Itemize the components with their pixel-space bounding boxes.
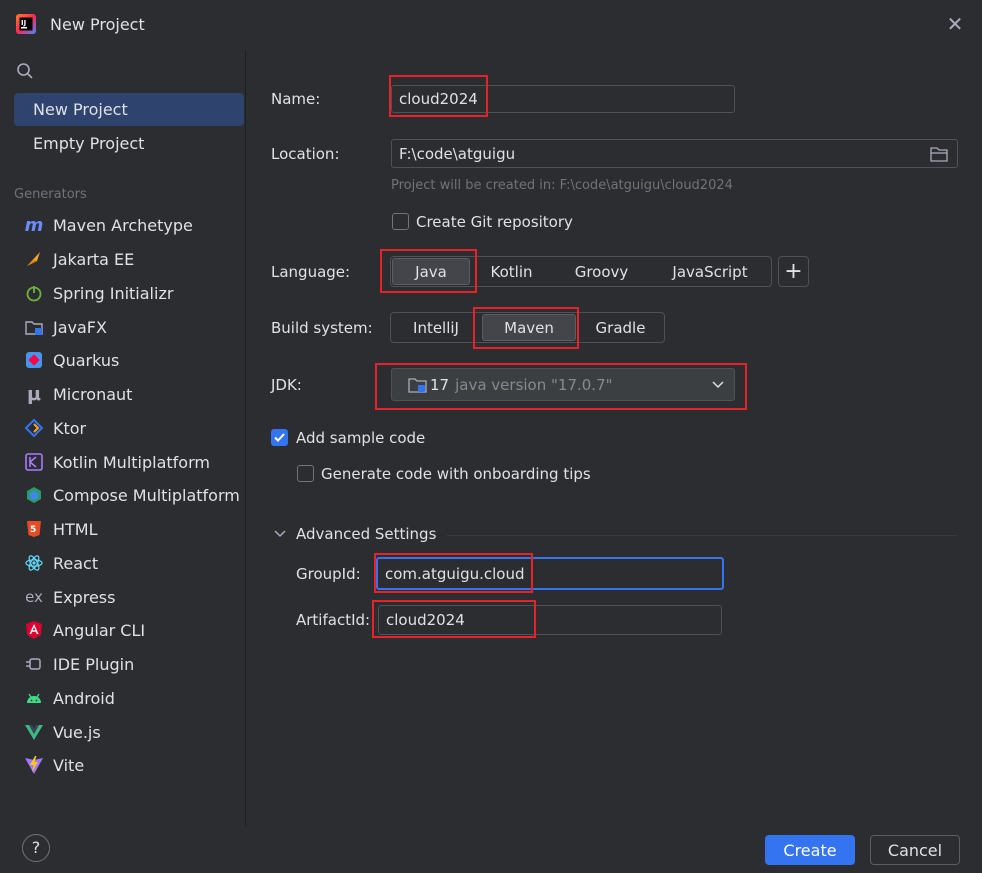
search-icon[interactable]	[16, 62, 34, 80]
location-input-value: F:\code\atguigu	[399, 144, 516, 163]
chevron-down-icon	[712, 381, 724, 389]
language-label: Language:	[271, 263, 351, 281]
generator-android[interactable]: Android	[24, 684, 242, 712]
name-input-value: cloud2024	[399, 90, 478, 108]
android-icon	[24, 688, 44, 708]
artifactid-input[interactable]: cloud2024	[378, 605, 722, 635]
generator-compose-multiplatform[interactable]: Compose Multiplatform	[24, 481, 242, 509]
vue-icon	[24, 722, 44, 742]
generator-angular-cli[interactable]: Angular CLI	[24, 616, 242, 644]
generator-react[interactable]: React	[24, 549, 242, 577]
artifactid-label: ArtifactId:	[296, 611, 371, 629]
quarkus-icon	[24, 350, 44, 370]
build-intellij[interactable]: IntelliJ	[391, 313, 481, 342]
generator-micronaut[interactable]: μ Micronaut	[24, 380, 242, 408]
advanced-divider	[447, 535, 957, 536]
help-button[interactable]: ?	[22, 834, 50, 862]
cancel-button[interactable]: Cancel	[870, 835, 960, 865]
build-maven[interactable]: Maven	[482, 314, 576, 341]
advanced-settings-header[interactable]: Advanced Settings	[296, 525, 436, 543]
maven-icon: m	[24, 214, 44, 236]
plugin-icon	[24, 654, 44, 674]
jakarta-ee-icon	[24, 249, 44, 269]
build-gradle[interactable]: Gradle	[577, 313, 664, 342]
language-java[interactable]: Java	[392, 258, 470, 285]
artifactid-input-value: cloud2024	[386, 611, 465, 629]
location-hint: Project will be created in: F:\code\atgu…	[391, 178, 733, 193]
angular-icon	[24, 620, 44, 640]
language-groovy[interactable]: Groovy	[552, 257, 651, 286]
generator-html[interactable]: 5 HTML	[24, 515, 242, 543]
html5-icon: 5	[24, 519, 44, 539]
generator-maven-archetype[interactable]: m Maven Archetype	[24, 211, 242, 239]
onboarding-tips-label: Generate code with onboarding tips	[321, 465, 591, 483]
jdk-dropdown[interactable]: 17 java version "17.0.7"	[391, 368, 735, 401]
jdk-version: 17	[430, 375, 450, 394]
chevron-down-icon[interactable]	[274, 530, 286, 538]
onboarding-tips-checkbox[interactable]	[297, 465, 314, 482]
location-input[interactable]: F:\code\atguigu	[391, 139, 958, 168]
javafx-icon	[24, 317, 44, 337]
groupid-input[interactable]: com.atguigu.cloud	[376, 557, 724, 590]
build-system-selector: IntelliJ Maven Gradle	[390, 312, 665, 343]
ktor-icon	[24, 418, 44, 438]
folder-icon[interactable]	[930, 146, 948, 162]
jdk-detail: java version "17.0.7"	[455, 375, 613, 394]
add-language-button[interactable]: +	[778, 256, 809, 287]
build-system-label: Build system:	[271, 319, 373, 337]
location-label: Location:	[271, 145, 340, 163]
language-kotlin[interactable]: Kotlin	[471, 257, 552, 286]
generator-ktor[interactable]: Ktor	[24, 414, 242, 442]
generator-express[interactable]: ex Express	[24, 583, 242, 611]
spring-icon	[24, 283, 44, 303]
groupid-label: GroupId:	[296, 565, 361, 583]
git-checkbox-label: Create Git repository	[416, 213, 573, 231]
generator-quarkus[interactable]: Quarkus	[24, 346, 242, 374]
nav-item-new-project[interactable]: New Project	[14, 93, 244, 126]
groupid-input-value: com.atguigu.cloud	[385, 564, 525, 583]
generator-vite[interactable]: Vite	[24, 751, 242, 779]
sample-code-checkbox[interactable]	[271, 429, 288, 446]
jdk-folder-icon	[408, 377, 427, 393]
vite-icon	[24, 755, 44, 775]
nav-item-empty-project[interactable]: Empty Project	[14, 127, 244, 160]
react-icon	[24, 553, 44, 573]
kotlin-multiplatform-icon	[24, 452, 44, 472]
window-title: New Project	[50, 15, 145, 34]
svg-text:5: 5	[30, 525, 36, 535]
sample-code-label: Add sample code	[296, 429, 426, 447]
generators-section-label: Generators	[14, 187, 87, 202]
generator-ide-plugin[interactable]: IDE Plugin	[24, 650, 242, 678]
language-javascript[interactable]: JavaScript	[651, 257, 769, 286]
sidebar: New Project Empty Project Generators m M…	[0, 50, 246, 826]
compose-icon	[24, 485, 44, 505]
generator-vue[interactable]: Vue.js	[24, 718, 242, 746]
git-checkbox[interactable]	[392, 213, 409, 230]
generator-jakarta-ee[interactable]: Jakarta EE	[24, 245, 242, 273]
jdk-label: JDK:	[271, 376, 302, 394]
generator-javafx[interactable]: JavaFX	[24, 313, 242, 341]
intellij-idea-icon: IJ	[16, 14, 36, 34]
express-icon: ex	[25, 588, 43, 606]
svg-text:IJ: IJ	[21, 19, 26, 27]
name-input[interactable]: cloud2024	[391, 85, 735, 113]
generator-spring-initializr[interactable]: Spring Initializr	[24, 279, 242, 307]
micronaut-icon: μ	[27, 383, 41, 405]
create-button[interactable]: Create	[765, 835, 855, 865]
project-settings-panel: Name: cloud2024 Location: F:\code\atguig…	[247, 50, 982, 826]
generator-kotlin-multiplatform[interactable]: Kotlin Multiplatform	[24, 448, 242, 476]
title-bar: IJ New Project ✕	[0, 0, 982, 50]
close-icon[interactable]: ✕	[944, 14, 966, 36]
language-selector: Java Kotlin Groovy JavaScript	[390, 256, 772, 287]
name-label: Name:	[271, 90, 321, 108]
